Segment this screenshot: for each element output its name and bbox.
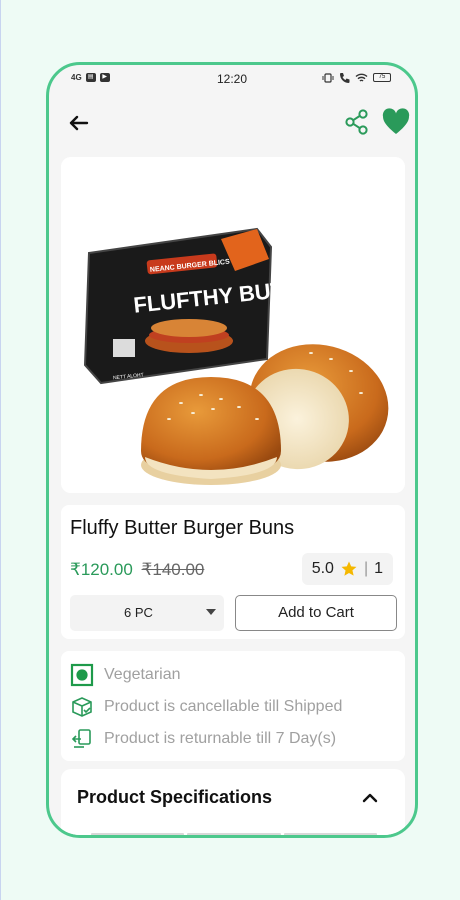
review-count: 1 <box>374 560 383 577</box>
rating-value: 5.0 <box>311 560 334 577</box>
product-image-card[interactable]: NEANC BURGER BLICS FLUFTHY BUTGER NETT A… <box>61 157 405 493</box>
specifications-card[interactable]: Product Specifications <box>61 769 405 835</box>
price-row: ₹120.00 ₹140.00 <box>70 560 204 580</box>
spec-divider-segment <box>187 833 281 835</box>
share-icon <box>345 109 368 135</box>
status-right-icons: 75 <box>322 72 391 83</box>
wifi-icon <box>355 73 368 82</box>
product-title: Fluffy Butter Burger Buns <box>70 517 295 539</box>
vibrate-icon <box>322 72 334 83</box>
spec-divider-segment <box>91 833 185 835</box>
attribute-label: Product is cancellable till Shipped <box>104 698 343 715</box>
battery-icon: 75 <box>373 73 391 82</box>
original-price: ₹140.00 <box>141 560 205 579</box>
call-icon <box>340 73 350 83</box>
back-button[interactable] <box>65 109 93 137</box>
phone-frame: 4G ▤ ▶ 12:20 75 NEANC BURGER BLICS FLUFT… <box>46 62 418 838</box>
arrow-left-icon <box>69 115 89 131</box>
cancel-box-icon <box>72 697 92 717</box>
star-icon <box>341 561 357 576</box>
attribute-cancellable: Product is cancellable till Shipped <box>70 695 342 719</box>
favorite-button[interactable] <box>381 108 411 136</box>
specifications-title: Product Specifications <box>77 787 273 807</box>
rating-divider: | <box>363 560 369 577</box>
product-image: NEANC BURGER BLICS FLUFTHY BUTGER NETT A… <box>61 157 405 493</box>
attribute-returnable: Product is returnable till 7 Day(s) <box>70 727 336 751</box>
caret-down-icon <box>206 609 216 615</box>
attribute-label: Product is returnable till 7 Day(s) <box>104 730 337 747</box>
add-to-cart-button[interactable]: Add to Cart <box>235 595 397 631</box>
variant-select[interactable]: 6 PC <box>70 595 224 631</box>
spec-divider-segment <box>283 833 377 835</box>
veg-icon <box>70 663 94 687</box>
app-header <box>49 105 415 145</box>
attribute-label: Vegetarian <box>104 666 181 683</box>
spec-table-divider <box>91 833 377 835</box>
product-attributes-card: Vegetarian Product is cancellable till S… <box>61 651 405 761</box>
chevron-up-icon[interactable] <box>359 787 381 809</box>
product-info-card: Fluffy Butter Burger Buns ₹120.00 ₹140.0… <box>61 505 405 639</box>
attribute-vegetarian: Vegetarian <box>70 663 181 687</box>
heart-icon <box>382 108 410 134</box>
return-icon <box>71 729 91 748</box>
status-bar: 4G ▤ ▶ 12:20 75 <box>49 65 415 93</box>
current-price: ₹120.00 <box>70 560 133 579</box>
rating-badge[interactable]: 5.0 | 1 <box>301 553 393 585</box>
share-button[interactable] <box>343 108 371 136</box>
variant-selected-value: 6 PC <box>124 605 153 620</box>
